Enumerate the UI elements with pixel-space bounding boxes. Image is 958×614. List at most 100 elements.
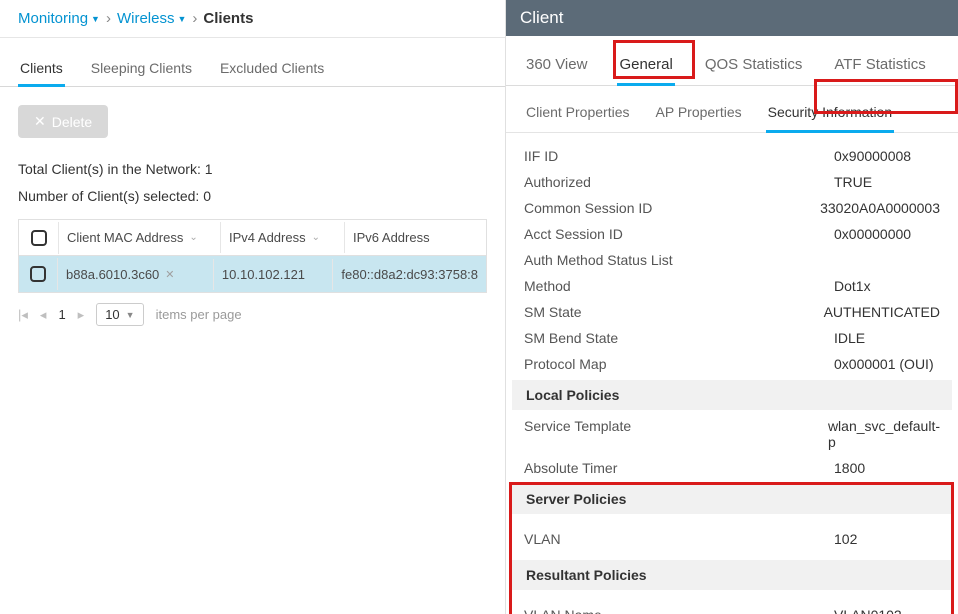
kv-row: IIF ID0x90000008 [506, 143, 958, 169]
pager: |◂ ◂ 1 ▸ 10 ▼ items per page [0, 293, 505, 336]
row-ipv4: 10.10.102.121 [214, 259, 333, 290]
breadcrumb-wireless-label: Wireless [117, 10, 175, 27]
kv-value: 1800 [834, 460, 940, 476]
table-row[interactable]: b88a.6010.3c60 ✕ 10.10.102.121 fe80::d8a… [19, 256, 486, 292]
table-header-row: Client MAC Address ⌄ IPv4 Address ⌄ IPv6… [19, 220, 486, 256]
kv-row: Common Session ID33020A0A0000003 [506, 195, 958, 221]
tab-sleeping[interactable]: Sleeping Clients [89, 52, 194, 86]
header-checkbox-cell[interactable] [19, 222, 59, 254]
chevron-down-icon: ▼ [126, 310, 135, 320]
delete-label: Delete [52, 114, 92, 130]
section-local-policies: Local Policies [512, 380, 952, 410]
pager-next[interactable]: ▸ [78, 307, 85, 323]
tab-360view[interactable]: 360 View [524, 50, 589, 85]
kv-row: SM Bend StateIDLE [506, 325, 958, 351]
checkbox-icon[interactable] [30, 266, 46, 282]
pager-first[interactable]: |◂ [18, 307, 28, 323]
breadcrumb-current: Clients [203, 10, 253, 27]
kv-row: Absolute Timer1800 [506, 455, 958, 481]
kv-key: VLAN Name [524, 607, 834, 614]
kv-value: AUTHENTICATED [824, 304, 940, 320]
breadcrumb: Monitoring ▼ › Wireless ▼ › Clients [0, 0, 505, 38]
kv-key: Acct Session ID [524, 226, 834, 242]
detail-subtabs: Client Properties AP Properties Security… [506, 86, 958, 133]
header-ipv6[interactable]: IPv6 Address [345, 222, 486, 253]
breadcrumb-wireless[interactable]: Wireless ▼ [117, 10, 186, 27]
subtab-security-info[interactable]: Security Information [766, 100, 895, 132]
kv-value: IDLE [834, 330, 940, 346]
kv-key: SM Bend State [524, 330, 834, 346]
header-mac[interactable]: Client MAC Address ⌄ [59, 222, 221, 253]
total-value: 1 [205, 161, 213, 177]
row-mac: b88a.6010.3c60 ✕ [58, 259, 214, 290]
delete-button[interactable]: ✕ Delete [18, 105, 108, 138]
kv-value [834, 252, 940, 268]
kv-key: Protocol Map [524, 356, 834, 372]
kv-key: Service Template [524, 418, 828, 450]
kv-key: Common Session ID [524, 200, 820, 216]
kv-row: MethodDot1x [506, 273, 958, 299]
kv-key: Method [524, 278, 834, 294]
header-ipv4[interactable]: IPv4 Address ⌄ [221, 222, 345, 253]
kv-row: Service Templatewlan_svc_default-p [506, 413, 958, 455]
detail-body: IIF ID0x90000008 AuthorizedTRUE Common S… [506, 133, 958, 614]
breadcrumb-monitoring-label: Monitoring [18, 10, 88, 27]
kv-key: Authorized [524, 174, 834, 190]
tab-general[interactable]: General [617, 50, 674, 85]
kv-row: VLAN102 [506, 517, 958, 557]
chevron-down-icon: ▼ [177, 14, 186, 24]
kv-row: SM StateAUTHENTICATED [506, 299, 958, 325]
right-panel: Client 360 View General QOS Statistics A… [505, 0, 958, 614]
wrench-icon[interactable]: ✕ [165, 268, 174, 281]
detail-header: Client [506, 0, 958, 36]
kv-value: TRUE [834, 174, 940, 190]
breadcrumb-monitoring[interactable]: Monitoring ▼ [18, 10, 100, 27]
pager-prev[interactable]: ◂ [40, 307, 47, 323]
kv-value: Dot1x [834, 278, 940, 294]
left-panel: Monitoring ▼ › Wireless ▼ › Clients Clie… [0, 0, 505, 614]
breadcrumb-sep: › [192, 10, 197, 27]
detail-tabs: 360 View General QOS Statistics ATF Stat… [506, 36, 958, 86]
subtab-client-properties[interactable]: Client Properties [524, 100, 632, 132]
breadcrumb-sep: › [106, 10, 111, 27]
tab-excluded[interactable]: Excluded Clients [218, 52, 326, 86]
chevron-down-icon: ⌄ [189, 232, 197, 243]
row-checkbox-cell[interactable] [19, 258, 58, 290]
kv-value: wlan_svc_default-p [828, 418, 940, 450]
kv-value: 33020A0A0000003 [820, 200, 940, 216]
tab-qos[interactable]: QOS Statistics [703, 50, 805, 85]
header-mac-label: Client MAC Address [67, 230, 183, 245]
kv-key: Auth Method Status List [524, 252, 834, 268]
kv-key: SM State [524, 304, 824, 320]
kv-row: Protocol Map0x000001 (OUI) [506, 351, 958, 377]
tab-clients[interactable]: Clients [18, 52, 65, 86]
pager-label: items per page [156, 307, 242, 322]
kv-row: Auth Method Status List [506, 247, 958, 273]
kv-row: Acct Session ID0x00000000 [506, 221, 958, 247]
section-resultant-policies: Resultant Policies [512, 560, 952, 590]
kv-value: 0x00000000 [834, 226, 940, 242]
pager-size-value: 10 [105, 307, 119, 322]
row-mac-value: b88a.6010.3c60 [66, 267, 159, 282]
kv-value: VLAN0102 [834, 607, 940, 614]
pager-page: 1 [58, 307, 65, 322]
pager-size-select[interactable]: 10 ▼ [96, 303, 143, 326]
kv-value: 102 [834, 531, 940, 547]
kv-row: AuthorizedTRUE [506, 169, 958, 195]
header-ipv6-label: IPv6 Address [353, 230, 430, 245]
kv-key: IIF ID [524, 148, 834, 164]
kv-value: 0x90000008 [834, 148, 940, 164]
subtab-ap-properties[interactable]: AP Properties [654, 100, 744, 132]
header-ipv4-label: IPv4 Address [229, 230, 306, 245]
stats: Total Client(s) in the Network: 1 Number… [0, 156, 505, 219]
clients-table: Client MAC Address ⌄ IPv4 Address ⌄ IPv6… [18, 219, 487, 293]
checkbox-icon[interactable] [31, 230, 47, 246]
kv-row: VLAN NameVLAN0102 [506, 593, 958, 614]
left-tabs: Clients Sleeping Clients Excluded Client… [0, 38, 505, 87]
row-ipv6: fe80::d8a2:dc93:3758:8 [333, 259, 486, 290]
kv-key: Absolute Timer [524, 460, 834, 476]
section-server-policies: Server Policies [512, 484, 952, 514]
toolbar: ✕ Delete [0, 87, 505, 156]
tab-atf[interactable]: ATF Statistics [832, 50, 927, 85]
selected-value: 0 [203, 188, 211, 204]
